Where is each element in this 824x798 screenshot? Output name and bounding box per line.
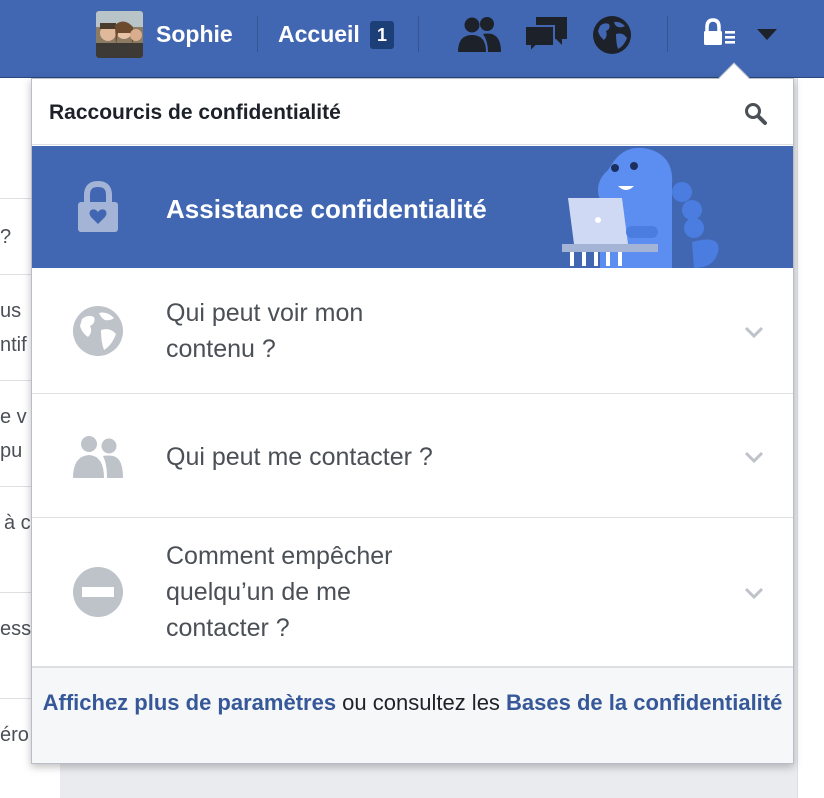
lock-heart-icon bbox=[76, 180, 120, 234]
stop-someone-bothering-me-label: Comment empêcher quelqu’un de me contact… bbox=[166, 538, 392, 646]
dinosaur-laptop-illustration bbox=[522, 146, 793, 268]
background-text: ? bbox=[0, 226, 12, 248]
home-notification-badge: 1 bbox=[370, 21, 394, 49]
background-text: à c bbox=[4, 512, 31, 534]
globe-icon bbox=[72, 305, 124, 357]
footer-text: ou consultez les bbox=[336, 690, 507, 715]
dropdown-title: Raccourcis de confidentialité bbox=[49, 101, 341, 124]
background-text: ess bbox=[0, 618, 32, 640]
privacy-shortcuts-dropdown: Raccourcis de confidentialité Assistance… bbox=[31, 62, 794, 764]
block-icon bbox=[72, 566, 124, 618]
home-link[interactable]: Accueil bbox=[278, 20, 360, 48]
chevron-down-icon[interactable] bbox=[743, 586, 765, 600]
label-line: quelqu’un de me bbox=[166, 578, 351, 606]
see-more-settings-link[interactable]: Affichez plus de paramètres bbox=[43, 690, 336, 715]
label-line: Qui peut me contacter ? bbox=[166, 443, 433, 471]
background-text: e v bbox=[0, 406, 27, 428]
background-text: éro bbox=[0, 724, 29, 746]
chevron-down-icon[interactable] bbox=[743, 325, 765, 339]
dropdown-header: Raccourcis de confidentialité bbox=[32, 79, 793, 145]
top-navigation-bar: Sophie Accueil 1 bbox=[0, 0, 824, 78]
friends-icon[interactable] bbox=[455, 14, 503, 56]
chevron-down-icon[interactable] bbox=[743, 450, 765, 464]
who-can-see-my-stuff-item[interactable]: Qui peut voir mon contenu ? bbox=[32, 269, 793, 394]
privacy-checkup-item[interactable]: Assistance confidentialité bbox=[32, 146, 793, 268]
who-can-contact-me-item[interactable]: Qui peut me contacter ? bbox=[32, 394, 793, 518]
background-text: ntif bbox=[0, 334, 27, 356]
privacy-basics-link[interactable]: Bases de la confidentialité bbox=[506, 690, 782, 715]
who-can-contact-me-label: Qui peut me contacter ? bbox=[166, 439, 433, 475]
messages-icon[interactable] bbox=[522, 14, 570, 56]
divider bbox=[667, 16, 668, 52]
divider bbox=[257, 16, 258, 52]
label-line: contacter ? bbox=[166, 614, 290, 642]
search-icon[interactable] bbox=[743, 101, 769, 127]
privacy-shortcuts-icon[interactable] bbox=[700, 14, 740, 56]
background-text: us bbox=[0, 300, 22, 322]
people-icon bbox=[72, 430, 124, 482]
profile-name-link[interactable]: Sophie bbox=[156, 20, 233, 48]
label-line: Comment empêcher bbox=[166, 542, 393, 570]
who-can-see-my-stuff-label: Qui peut voir mon contenu ? bbox=[166, 295, 363, 367]
label-line: contenu ? bbox=[166, 335, 276, 363]
avatar[interactable] bbox=[96, 11, 143, 58]
stop-someone-bothering-me-item[interactable]: Comment empêcher quelqu’un de me contact… bbox=[32, 518, 793, 667]
background-page-right bbox=[797, 78, 824, 798]
dropdown-footer: Affichez plus de paramètres ou consultez… bbox=[32, 667, 793, 763]
account-menu-caret-icon[interactable] bbox=[752, 14, 782, 56]
background-text: pu bbox=[0, 440, 23, 462]
label-line: Qui peut voir mon bbox=[166, 299, 364, 327]
privacy-checkup-label: Assistance confidentialité bbox=[166, 194, 487, 224]
divider bbox=[418, 16, 419, 52]
globe-notifications-icon[interactable] bbox=[590, 14, 638, 56]
